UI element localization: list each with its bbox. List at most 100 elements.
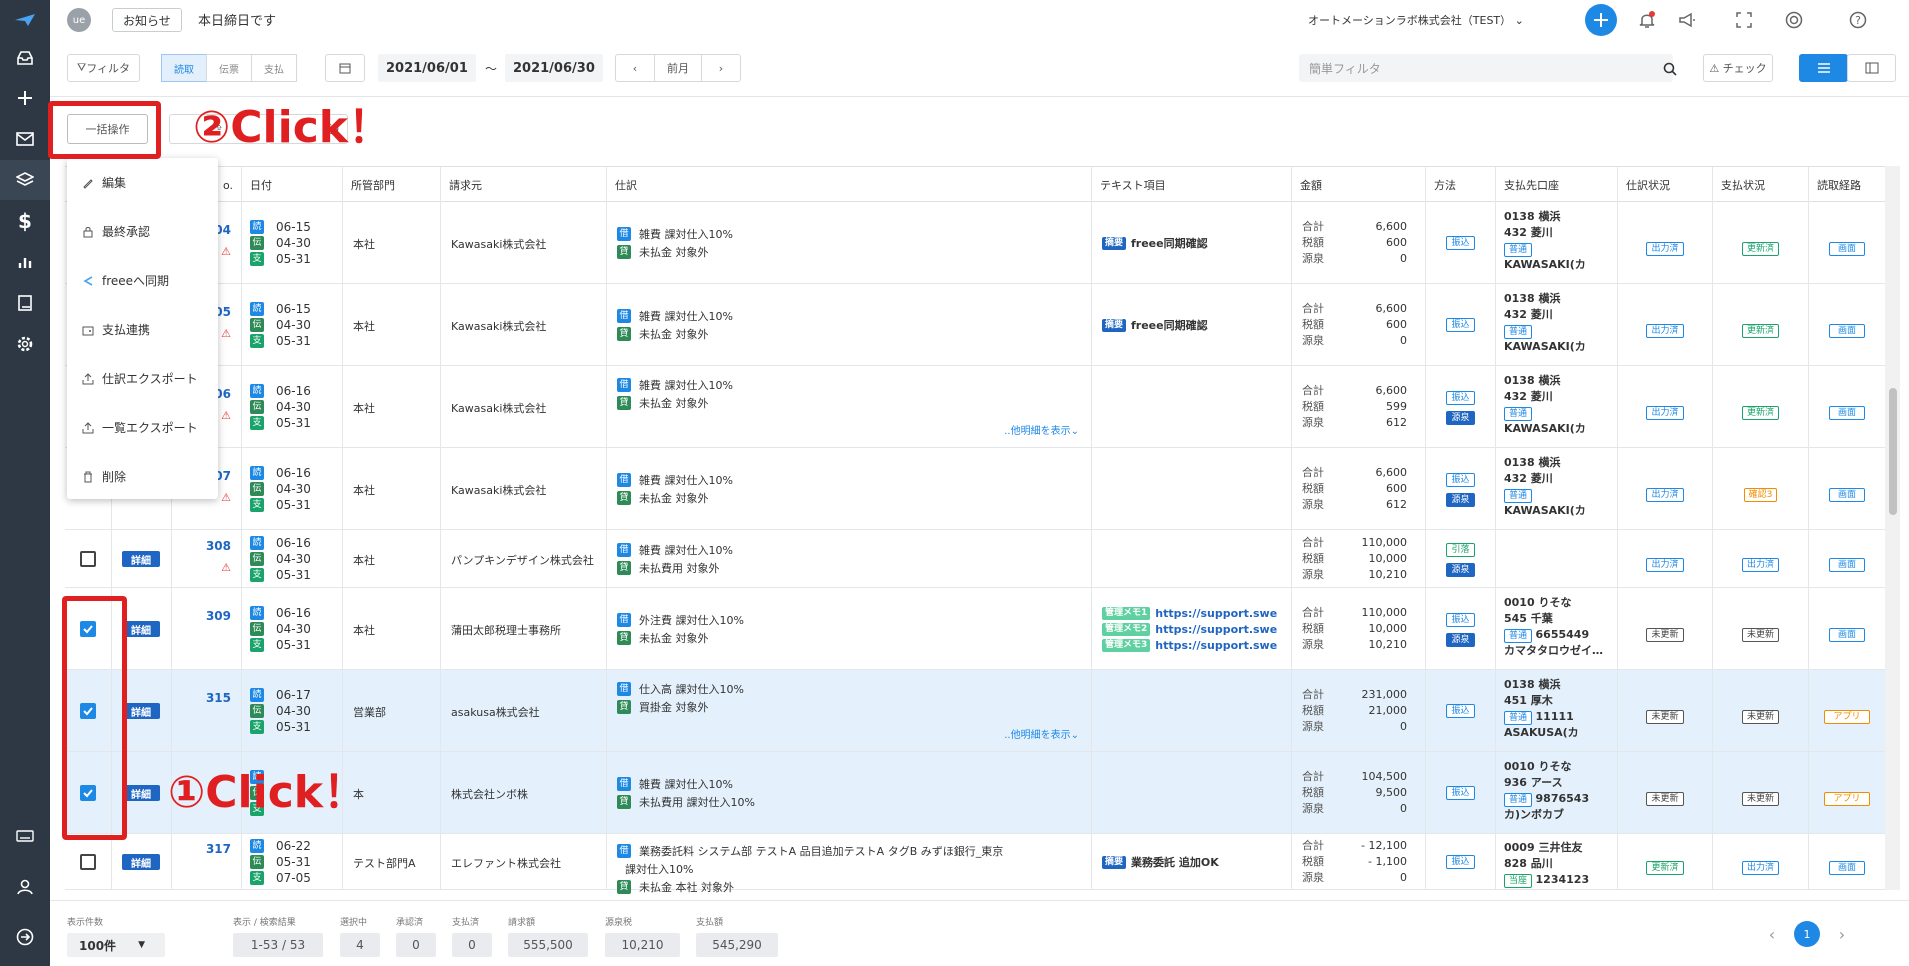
prev-page-icon[interactable]: ‹	[1759, 921, 1785, 947]
cell-id: 317	[172, 834, 242, 889]
memo-text[interactable]: https://support.swe	[1155, 623, 1277, 636]
detail-button[interactable]: 詳細	[122, 551, 160, 567]
dept-text: 本社	[353, 624, 375, 637]
table-row[interactable]: 詳細05⚠読06-15伝04-30支05-31本社Kawasaki株式会社借雑費…	[65, 284, 1885, 366]
account-info: 0010 りそな936 アース普通 普通 98765439876543カ)ンボカ…	[1504, 760, 1590, 821]
header-journal[interactable]: 仕訳	[607, 167, 1092, 203]
table-row[interactable]: 詳細04⚠読06-15伝04-30支05-31本社Kawasaki株式会社借雑費…	[65, 202, 1885, 284]
prev-month-button[interactable]: 前月	[654, 54, 702, 82]
keyboard-icon[interactable]	[0, 816, 50, 856]
list-view-icon[interactable]	[1799, 54, 1848, 82]
search-icon[interactable]	[1663, 61, 1677, 80]
date-type-badge: 支	[250, 568, 264, 582]
add-button[interactable]	[1585, 4, 1617, 36]
fullscreen-icon[interactable]	[1732, 8, 1756, 32]
megaphone-icon[interactable]	[1675, 8, 1699, 32]
header-dept[interactable]: 所管部門	[343, 167, 441, 203]
header-pay-status[interactable]: 支払状況	[1713, 167, 1809, 203]
menu-item-journal-export[interactable]: 仕訳エクスポート	[67, 354, 218, 403]
help-icon[interactable]: ?	[1846, 8, 1870, 32]
amount-label: 合計	[1302, 466, 1324, 479]
row-id-link[interactable]: 317	[206, 842, 231, 856]
detail-button[interactable]: 詳細	[122, 621, 160, 637]
vertical-scrollbar[interactable]	[1885, 166, 1900, 890]
table-row[interactable]: 詳細07⚠読06-16伝04-30支05-31本社Kawasaki株式会社借雑費…	[65, 448, 1885, 530]
show-more-link[interactable]: ..他明細を表示⌄	[1004, 726, 1079, 741]
row-checkbox[interactable]	[80, 854, 96, 870]
menu-item-approve[interactable]: 最終承認	[67, 207, 218, 256]
row-id-link[interactable]: 309	[206, 609, 231, 623]
export-icon	[82, 372, 94, 384]
amount-value: 600	[1386, 236, 1407, 249]
date-value: 05-31	[276, 855, 311, 869]
cell-pay-status: 出力済	[1713, 834, 1809, 889]
inbox-icon[interactable]	[0, 38, 50, 78]
mail-icon[interactable]	[0, 119, 50, 159]
row-id-link[interactable]: 308	[206, 539, 231, 553]
layers-icon[interactable]	[0, 160, 50, 200]
next-arrow-icon[interactable]: ›	[701, 54, 741, 82]
header-account[interactable]: 支払先口座	[1496, 167, 1618, 203]
table-row[interactable]: 詳細 309 読 06-16 伝 04-30 支 05-31 本社 蒲田太郎税理士事務所 借外注費 …	[65, 588, 1885, 670]
per-page-select[interactable]: 100件 ▼	[67, 933, 165, 957]
dollar-icon[interactable]: $	[0, 201, 50, 241]
date-to[interactable]: 2021/06/30	[505, 54, 603, 82]
header-journal-status[interactable]: 仕訳状況	[1618, 167, 1713, 203]
header-method[interactable]: 方法	[1426, 167, 1496, 203]
account-line: 451 厚木	[1504, 694, 1553, 707]
header-text[interactable]: テキスト項目	[1092, 167, 1292, 203]
memo-text[interactable]: https://support.swe	[1155, 607, 1277, 620]
header-route[interactable]: 読取経路	[1809, 167, 1885, 203]
chart-icon[interactable]	[0, 242, 50, 282]
prev-arrow-icon[interactable]: ‹	[615, 54, 655, 82]
segment-voucher[interactable]: 伝票	[206, 54, 252, 82]
journal-status-badge: 未更新	[1646, 628, 1684, 642]
table-row[interactable]: 詳細06⚠読06-16伝04-30支05-31本社Kawasaki株式会社借雑費…	[65, 366, 1885, 448]
filter-button[interactable]: ⛛ フィルタ	[67, 54, 140, 82]
menu-item-delete[interactable]: 削除	[67, 452, 218, 501]
scrollbar-thumb[interactable]	[1889, 388, 1897, 515]
menu-item-edit[interactable]: 編集	[67, 158, 218, 207]
menu-item-freee[interactable]: freeeへ同期	[67, 256, 218, 305]
date-from[interactable]: 2021/06/01	[378, 54, 476, 82]
calendar-icon[interactable]	[325, 54, 365, 82]
page-1-button[interactable]: 1	[1794, 921, 1820, 947]
table-row[interactable]: 詳細 317 読 06-22 伝 05-31 支 07-05 テスト部門A エレファント株式会社 借…	[65, 834, 1885, 894]
company-selector[interactable]: オートメーションラボ株式会社（TEST） ⌄	[1308, 12, 1524, 28]
book-icon[interactable]	[0, 283, 50, 323]
table-row[interactable]: 詳細 308 ⚠ 読 06-16 伝 04-30 支 05-31 本社 パンプキンデザイン株式会社 借…	[65, 530, 1885, 588]
avatar[interactable]: ue	[67, 8, 91, 32]
journal-debit: 雑費 課対仕入10%	[639, 474, 733, 487]
show-more-link[interactable]: ..他明細を表示⌄	[1004, 422, 1079, 437]
menu-item-payment[interactable]: 支払連携	[67, 305, 218, 354]
detail-button[interactable]: 詳細	[122, 785, 160, 801]
row-id-link[interactable]: 315	[206, 691, 231, 705]
split-view-icon[interactable]	[1847, 54, 1896, 82]
method-badges: 振込 源泉	[1426, 391, 1495, 425]
detail-button[interactable]: 詳細	[122, 854, 160, 870]
search-input[interactable]: 簡単フィルタ	[1299, 54, 1673, 82]
logout-icon[interactable]	[0, 917, 50, 957]
header-amount[interactable]: 金額	[1292, 167, 1426, 203]
bell-icon[interactable]	[1635, 8, 1659, 32]
support-icon[interactable]	[1782, 8, 1806, 32]
user-icon[interactable]	[0, 867, 50, 907]
header-date[interactable]: 日付	[242, 167, 343, 203]
segment-read[interactable]: 読取	[161, 54, 207, 82]
gear-icon[interactable]	[0, 324, 50, 364]
date-stack: 読 06-15 伝 04-30 支 05-31	[250, 301, 311, 349]
date-type-badge: 伝	[250, 704, 264, 718]
plus-icon[interactable]	[0, 78, 50, 118]
detail-button[interactable]: 詳細	[122, 703, 160, 719]
table-row[interactable]: 詳細 315 読 06-17 伝 04-30 支 05-31 営業部 asakusa株式会社 借仕入…	[65, 670, 1885, 752]
notice-button[interactable]: お知らせ	[112, 8, 182, 32]
logo-icon[interactable]	[0, 0, 50, 40]
menu-item-list-export[interactable]: 一覧エクスポート	[67, 403, 218, 452]
header-vendor[interactable]: 請求元	[441, 167, 607, 203]
memo-text[interactable]: https://support.swe	[1155, 639, 1277, 652]
pay-status-badge: 確認3	[1743, 488, 1778, 502]
row-checkbox[interactable]	[80, 551, 96, 567]
check-button[interactable]: ⚠ チェック	[1703, 54, 1773, 82]
next-page-icon[interactable]: ›	[1829, 921, 1855, 947]
segment-payment[interactable]: 支払	[251, 54, 297, 82]
